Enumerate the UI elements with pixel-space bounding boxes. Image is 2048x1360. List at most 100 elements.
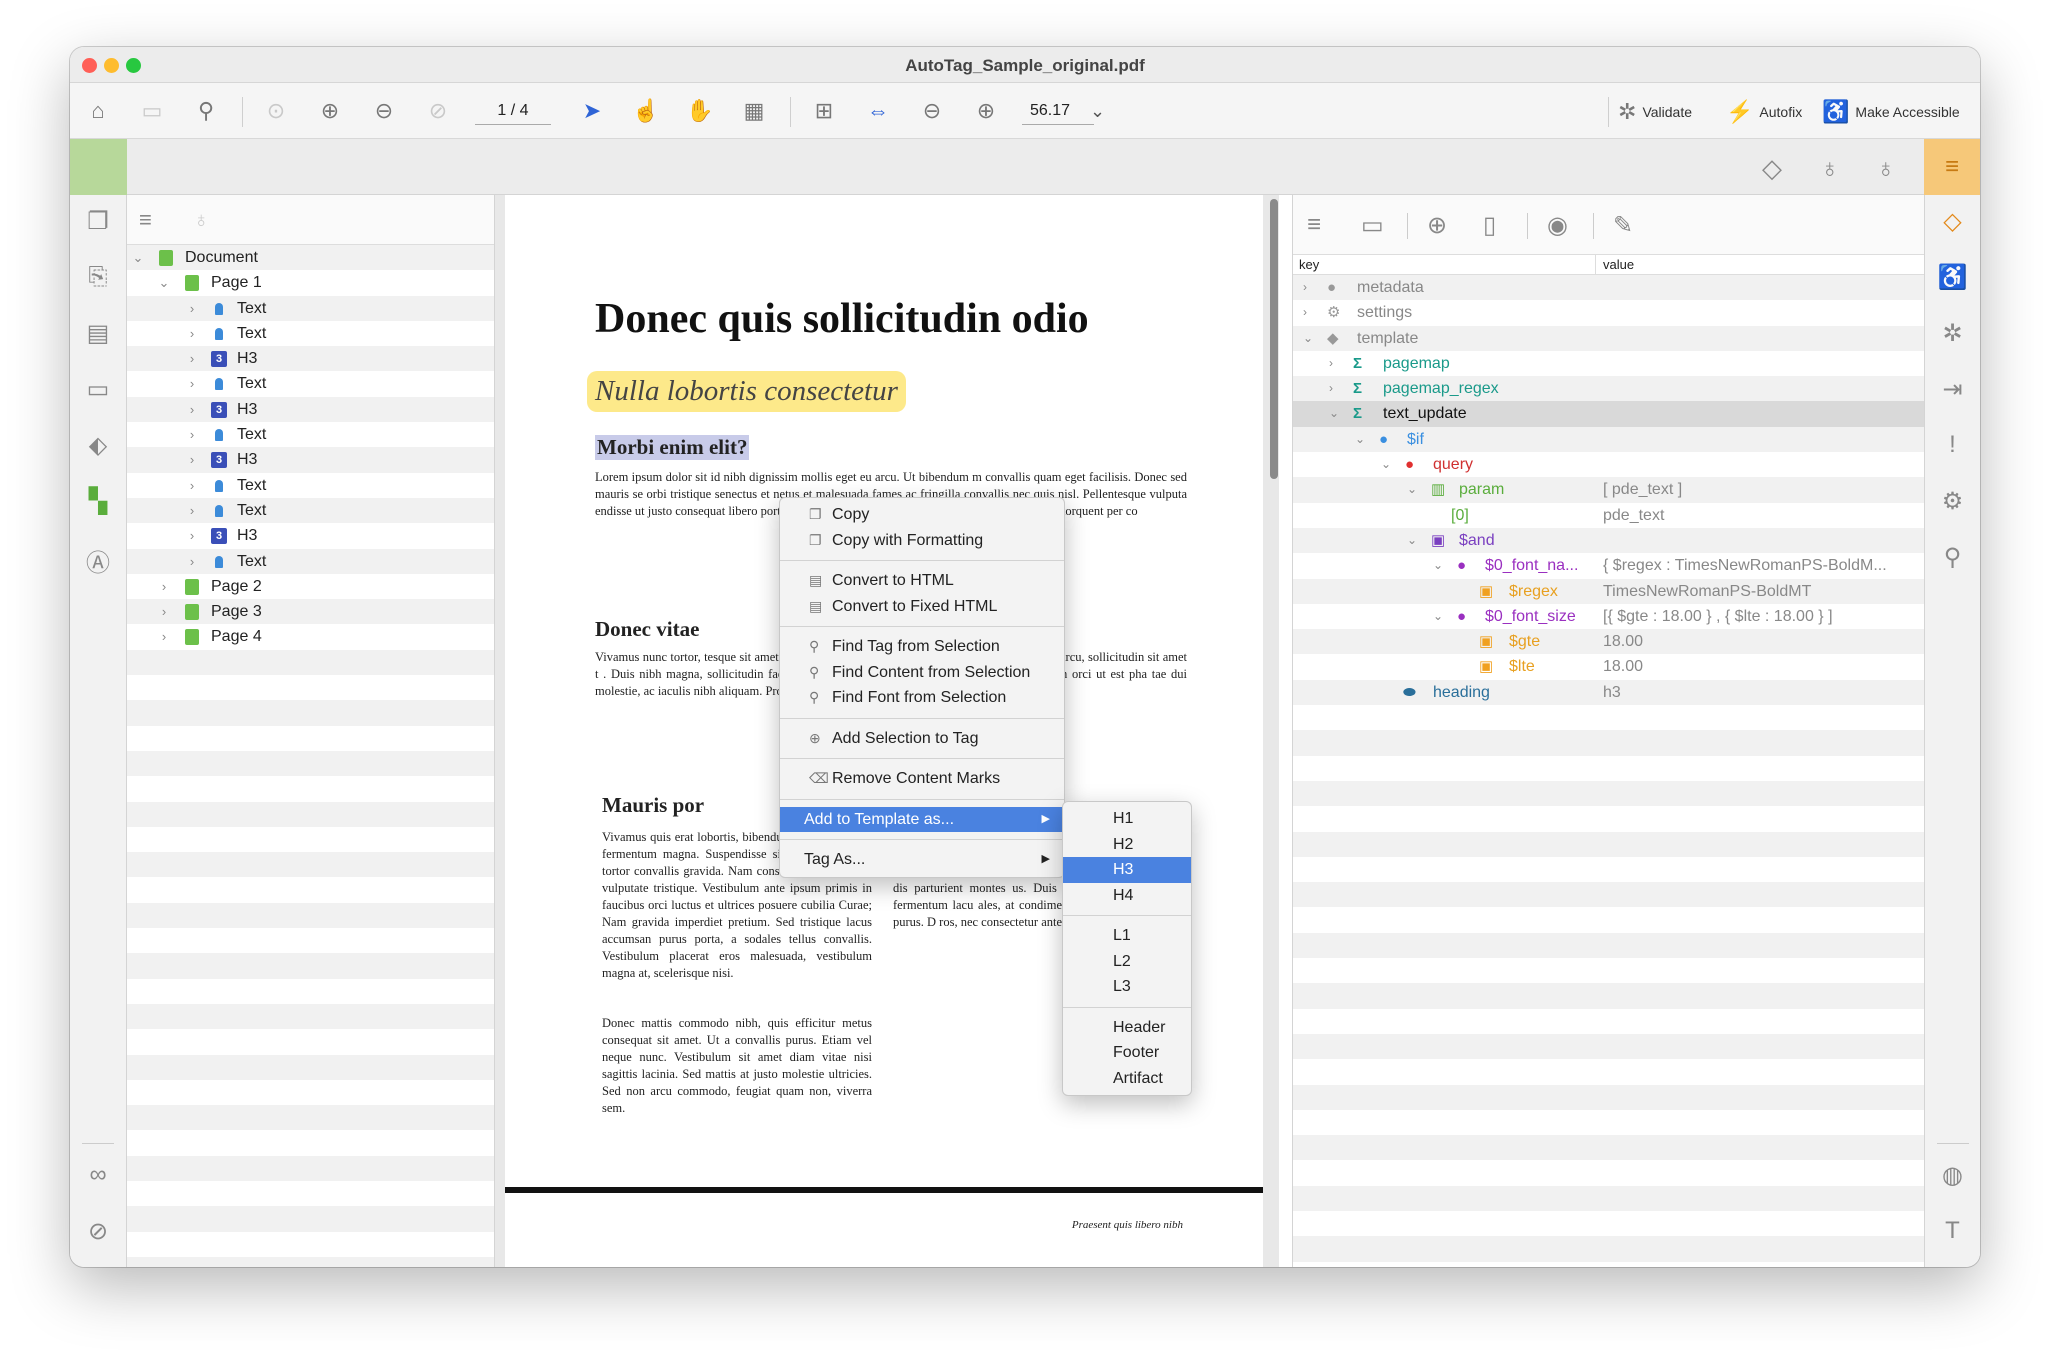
text-icon[interactable]: T <box>1925 1217 1980 1245</box>
section-heading[interactable]: Mauris por <box>602 793 704 818</box>
eye-icon[interactable]: ◉ <box>1547 211 1568 240</box>
property-row[interactable]: [0] pde_text <box>1293 503 1924 528</box>
fit-width-icon[interactable]: ⇔ <box>860 93 896 129</box>
previous-page-icon[interactable]: ⊖ <box>366 93 402 129</box>
chevron-right-icon[interactable]: › <box>185 422 199 447</box>
tree-item-text[interactable]: › Text <box>127 548 494 574</box>
chevron-down-icon[interactable]: ⌄ <box>1329 401 1339 426</box>
section-heading-selected[interactable]: Morbi enim elit? <box>595 435 750 460</box>
tree-item-h3[interactable]: › 3 H3 <box>127 346 494 372</box>
chevron-down-icon[interactable]: ⌄ <box>157 270 171 295</box>
property-row[interactable]: › Σpagemap_regex <box>1293 376 1924 402</box>
accessibility-icon[interactable]: ♿ <box>1925 263 1980 292</box>
search-icon[interactable]: ⚲ <box>188 93 224 129</box>
chevron-down-icon[interactable]: ⌄ <box>1355 427 1365 452</box>
home-icon[interactable]: ⌂ <box>80 93 116 129</box>
property-row[interactable]: ⌄ ◆ template <box>1293 325 1924 351</box>
chevron-right-icon[interactable]: › <box>185 523 199 548</box>
chevron-down-icon[interactable]: ⌄ <box>1090 97 1105 125</box>
tree-item-h3[interactable]: › 3 H3 <box>127 396 494 423</box>
chevron-right-icon[interactable]: › <box>1329 351 1333 376</box>
tag-icon[interactable]: ◇ <box>1925 207 1980 236</box>
menu-item-copy-formatting[interactable]: ❐ Copy with Formatting <box>780 528 1064 554</box>
bug-icon[interactable]: ✲ <box>1925 319 1980 348</box>
tree-item-document[interactable]: ⌄ Document <box>127 245 494 271</box>
submenu-item-h4[interactable]: H4 <box>1063 883 1191 909</box>
menu-item-tag-as[interactable]: Tag As... ▶ <box>780 847 1064 873</box>
menu-item-add-template[interactable]: Add to Template as... ▶ <box>780 806 1064 832</box>
menu-item-convert-fixed-html[interactable]: ▤ Convert to Fixed HTML <box>780 594 1064 620</box>
chevron-down-icon[interactable]: ⌄ <box>1433 604 1443 629</box>
submenu-item-l3[interactable]: L3 <box>1063 974 1191 1000</box>
first-page-icon[interactable]: ⊙ <box>258 93 294 129</box>
property-row[interactable]: › Σpagemap <box>1293 351 1924 376</box>
chevron-down-icon[interactable]: ⌄ <box>131 245 145 270</box>
globe-icon[interactable]: ◍ <box>1925 1161 1980 1190</box>
lightbulb-icon[interactable]: ♁ <box>193 207 210 233</box>
hand-tool-icon[interactable]: ✋ <box>682 93 718 129</box>
submenu-item-l2[interactable]: L2 <box>1063 949 1191 975</box>
menu-item-find-content[interactable]: ⚲ Find Content from Selection <box>780 660 1064 686</box>
tree-item-page[interactable]: ⌄ Page 1 <box>127 270 494 295</box>
submenu-item-h1[interactable]: H1 <box>1063 806 1191 832</box>
hint-icon[interactable]: ♁ <box>1876 153 1896 184</box>
property-row[interactable]: ⌄ ▥ param [ pde_text ] <box>1293 477 1924 503</box>
last-page-icon[interactable]: ⊘ <box>420 93 456 129</box>
property-row[interactable]: ⬬ heading h3 <box>1293 679 1924 706</box>
chevron-right-icon[interactable]: › <box>185 498 199 523</box>
make-accessible-button[interactable]: ♿ Make Accessible <box>1822 97 1960 127</box>
submenu-item-header[interactable]: Header <box>1063 1015 1191 1041</box>
chevron-right-icon[interactable]: › <box>1303 275 1307 300</box>
next-page-icon[interactable]: ⊕ <box>312 93 348 129</box>
zoom-out-icon[interactable]: ⊖ <box>914 93 950 129</box>
menu-item-copy[interactable]: ❐ Copy <box>780 502 1064 528</box>
collapse-icon[interactable]: ≡ <box>139 207 152 233</box>
autofix-button[interactable]: ⚡ Autofix <box>1726 97 1802 127</box>
chevron-right-icon[interactable]: › <box>185 549 199 574</box>
property-row-selected[interactable]: ⌄ Σtext_update <box>1293 401 1924 427</box>
save-icon[interactable]: ▭ <box>1361 211 1384 240</box>
touch-select-icon[interactable]: ☝ <box>628 93 664 129</box>
link-icon[interactable]: ∞ <box>70 1161 126 1189</box>
add-icon[interactable]: ⊕ <box>1427 211 1447 240</box>
tree-item-h3[interactable]: › 3 H3 <box>127 447 494 473</box>
menu-item-find-tag[interactable]: ⚲ Find Tag from Selection <box>780 634 1064 660</box>
clipboard-alert-icon[interactable]: ! <box>1925 431 1980 459</box>
lightbulb-icon[interactable]: ♁ <box>1820 153 1840 184</box>
page-footer[interactable]: Praesent quis libero nibh <box>1072 1219 1183 1231</box>
zoom-field[interactable]: 56.17 <box>1022 97 1094 125</box>
table-tool-icon[interactable]: ▦ <box>736 93 772 129</box>
property-row[interactable]: ⌄ ● query <box>1293 452 1924 477</box>
tree-item-page[interactable]: › Page 4 <box>127 624 494 649</box>
chevron-right-icon[interactable]: › <box>185 397 199 422</box>
chevron-down-icon[interactable]: ⌄ <box>1407 477 1417 502</box>
pages-icon[interactable]: ❐ <box>70 207 126 236</box>
submenu-item-artifact[interactable]: Artifact <box>1063 1066 1191 1092</box>
chevron-right-icon[interactable]: › <box>185 296 199 321</box>
tree-item-text[interactable]: › Text <box>127 321 494 346</box>
fit-page-icon[interactable]: ⊞ <box>806 93 842 129</box>
property-row[interactable]: › ● metadata <box>1293 275 1924 301</box>
chevron-down-icon[interactable]: ⌄ <box>1407 528 1417 553</box>
menu-item-add-selection[interactable]: ⊕ Add Selection to Tag <box>780 726 1064 752</box>
chevron-right-icon[interactable]: › <box>185 346 199 371</box>
validate-button[interactable]: ✲ Validate <box>1618 97 1692 127</box>
page-subtitle[interactable]: Nulla lobortis consectetur <box>587 371 906 412</box>
settings-bug-icon[interactable]: ⚙ <box>1925 487 1980 516</box>
select-arrow-icon[interactable]: ➤ <box>574 93 610 129</box>
property-row[interactable]: ⌄ ● $0_font_size [{ $gte : 18.00 } , { $lte… <box>1293 604 1924 629</box>
property-row[interactable]: ▣ $regex TimesNewRomanPS-BoldMT <box>1293 578 1924 604</box>
chevron-down-icon[interactable]: ⌄ <box>1433 553 1443 578</box>
tree-item-h3[interactable]: › 3 H3 <box>127 523 494 548</box>
column-key[interactable]: key <box>1299 255 1319 275</box>
structure-icon[interactable]: ▚ <box>70 487 126 516</box>
chevron-right-icon[interactable]: › <box>1329 376 1333 401</box>
zoom-in-icon[interactable]: ⊕ <box>968 93 1004 129</box>
tree-item-page[interactable]: › Page 2 <box>127 574 494 599</box>
collapse-icon[interactable]: ≡ <box>1307 211 1321 239</box>
chevron-right-icon[interactable]: › <box>185 371 199 396</box>
save-icon[interactable]: ▭ <box>134 93 170 129</box>
property-row[interactable]: ▣ $gte 18.00 <box>1293 629 1924 655</box>
section-heading[interactable]: Donec vitae <box>595 617 699 642</box>
submenu-item-footer[interactable]: Footer <box>1063 1040 1191 1066</box>
